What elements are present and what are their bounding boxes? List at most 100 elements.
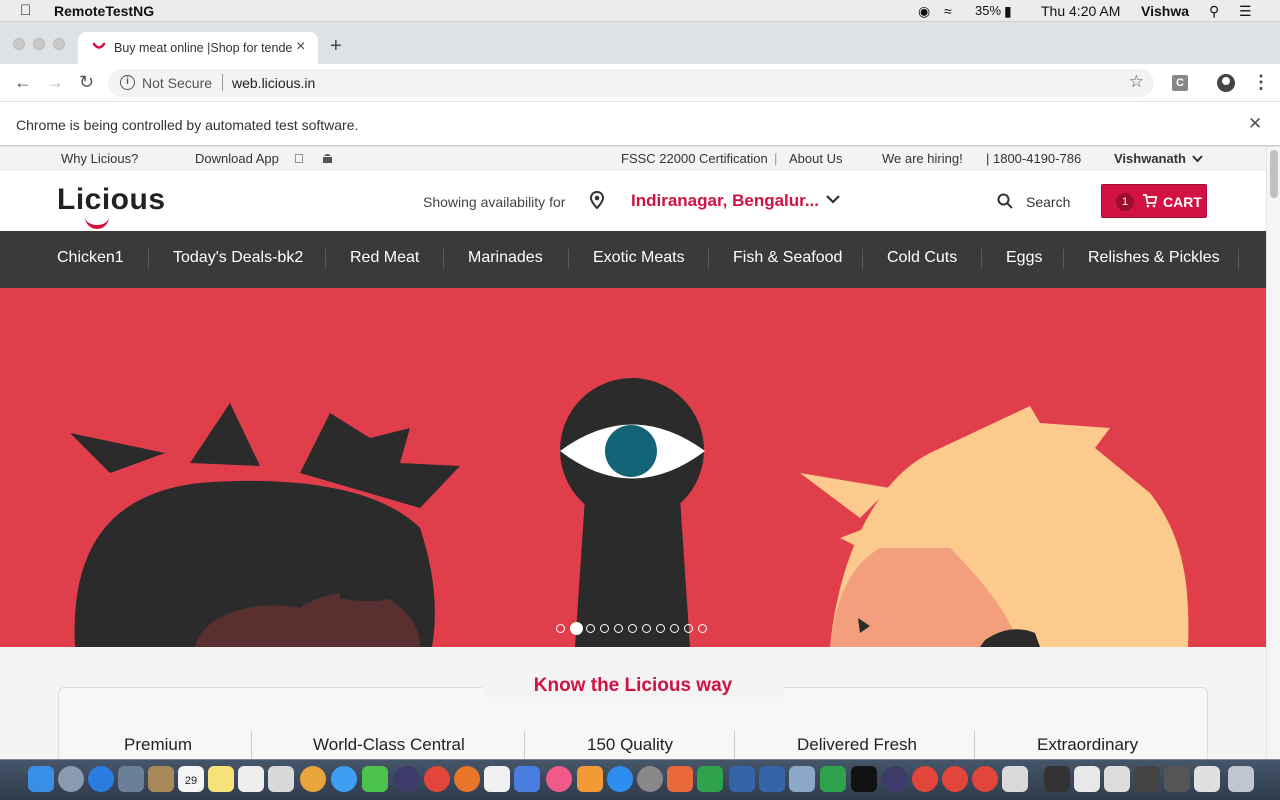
- new-tab-icon[interactable]: +: [330, 35, 342, 58]
- launchpad-icon[interactable]: [58, 766, 84, 792]
- java-icon[interactable]: [1002, 766, 1028, 792]
- account-chevron-down-icon[interactable]: [1192, 155, 1203, 163]
- download-app-link[interactable]: Download App: [195, 151, 279, 166]
- contacts-icon[interactable]: [148, 766, 174, 792]
- carousel-dot[interactable]: [556, 624, 565, 633]
- about-us-link[interactable]: About Us: [789, 151, 842, 166]
- safari-icon[interactable]: [88, 766, 114, 792]
- category-eggs[interactable]: Eggs: [1006, 249, 1042, 267]
- window-zoom-button[interactable]: [53, 38, 65, 50]
- itunes-icon[interactable]: [546, 766, 572, 792]
- browser-tab[interactable]: Buy meat online |Shop for tender ×: [78, 32, 318, 64]
- search-icon[interactable]: [997, 193, 1013, 209]
- url-text[interactable]: web.licious.in: [232, 75, 315, 91]
- category-red-meat[interactable]: Red Meat: [350, 249, 419, 267]
- apple-store-icon[interactable]: : [294, 151, 304, 166]
- user-name[interactable]: Vishwa: [1141, 3, 1189, 19]
- tab-close-icon[interactable]: ×: [296, 38, 305, 56]
- trash-icon[interactable]: [1228, 766, 1254, 792]
- image-capture-icon[interactable]: [789, 766, 815, 792]
- infobar-close-icon[interactable]: ✕: [1248, 114, 1262, 134]
- active-app-name[interactable]: RemoteTestNG: [54, 3, 154, 19]
- photos-icon[interactable]: [300, 766, 326, 792]
- location-pin-icon[interactable]: [590, 191, 604, 209]
- spreadsheet-icon[interactable]: [820, 766, 846, 792]
- carousel-dot[interactable]: [570, 622, 583, 635]
- system-preferences-icon[interactable]: [637, 766, 663, 792]
- chrome-icon-2[interactable]: [912, 766, 938, 792]
- clock[interactable]: Thu 4:20 AM: [1041, 3, 1120, 19]
- category-exotic-meats[interactable]: Exotic Meats: [593, 249, 685, 267]
- why-licious-link[interactable]: Why Licious?: [61, 151, 138, 166]
- category-fish-seafood[interactable]: Fish & Seafood: [733, 249, 842, 267]
- terminal-icon[interactable]: [851, 766, 877, 792]
- app-store-icon[interactable]: [607, 766, 633, 792]
- window-close-button[interactable]: [13, 38, 25, 50]
- chrome-icon[interactable]: [424, 766, 450, 792]
- minimized-window-icon-4[interactable]: [1134, 766, 1160, 792]
- apple-menu-icon[interactable]: : [20, 2, 31, 19]
- minimized-window-icon[interactable]: [1044, 766, 1070, 792]
- search-link[interactable]: Search: [1026, 194, 1070, 210]
- carousel-dot[interactable]: [698, 624, 707, 633]
- carousel-dot[interactable]: [586, 624, 595, 633]
- facetime-icon[interactable]: [362, 766, 388, 792]
- preview-icon[interactable]: [268, 766, 294, 792]
- finder-icon[interactable]: [28, 766, 54, 792]
- carousel-dot[interactable]: [600, 624, 609, 633]
- window-minimize-button[interactable]: [33, 38, 45, 50]
- spotlight-icon[interactable]: ⚲: [1209, 3, 1219, 20]
- category-cold-cuts[interactable]: Cold Cuts: [887, 249, 957, 267]
- profile-avatar-icon[interactable]: [1217, 74, 1235, 92]
- chrome-icon-3[interactable]: [942, 766, 968, 792]
- carousel-dot[interactable]: [656, 624, 665, 633]
- sublime-icon[interactable]: [484, 766, 510, 792]
- workbench-icon-2[interactable]: [759, 766, 785, 792]
- calendar-icon[interactable]: 29: [178, 766, 204, 792]
- firefox-icon[interactable]: [454, 766, 480, 792]
- workbench-icon[interactable]: [729, 766, 755, 792]
- notes-icon[interactable]: [208, 766, 234, 792]
- extension-icon[interactable]: C: [1172, 75, 1188, 91]
- minimized-window-icon-5[interactable]: [1164, 766, 1190, 792]
- utility-app-icon[interactable]: [667, 766, 693, 792]
- android-icon[interactable]: [321, 152, 334, 166]
- site-info-icon[interactable]: i: [120, 75, 135, 90]
- back-icon[interactable]: ←: [14, 72, 32, 93]
- reload-icon[interactable]: ↻: [79, 72, 94, 93]
- carousel-dot[interactable]: [628, 624, 637, 633]
- numbers-icon[interactable]: [697, 766, 723, 792]
- category-chicken[interactable]: Chicken1: [57, 249, 124, 267]
- carousel-dot[interactable]: [670, 624, 679, 633]
- battery-percent[interactable]: 35%: [975, 3, 1001, 18]
- wifi-icon[interactable]: ≈: [944, 3, 952, 19]
- location-chevron-down-icon[interactable]: [826, 194, 840, 204]
- status-icon[interactable]: ◉: [918, 3, 930, 20]
- category-todays-deals[interactable]: Today's Deals-bk2: [173, 249, 303, 267]
- browser-menu-icon[interactable]: ⋮: [1252, 72, 1270, 93]
- chrome-icon-4[interactable]: [972, 766, 998, 792]
- hero-banner[interactable]: [0, 288, 1266, 647]
- category-relishes-pickles[interactable]: Relishes & Pickles: [1088, 249, 1220, 267]
- bookmark-star-icon[interactable]: ☆: [1129, 72, 1144, 92]
- account-name[interactable]: Vishwanath: [1114, 151, 1186, 166]
- battery-icon[interactable]: ▮: [1004, 3, 1012, 20]
- ibooks-icon[interactable]: [577, 766, 603, 792]
- eclipse-icon[interactable]: [394, 766, 420, 792]
- carousel-dot[interactable]: [614, 624, 623, 633]
- reminders-icon[interactable]: [238, 766, 264, 792]
- forward-icon[interactable]: →: [46, 72, 64, 93]
- page-scrollbar[interactable]: [1266, 147, 1280, 759]
- messages-icon[interactable]: [331, 766, 357, 792]
- minimized-window-icon-2[interactable]: [1074, 766, 1100, 792]
- carousel-dot[interactable]: [642, 624, 651, 633]
- eclipse-icon-2[interactable]: [882, 766, 908, 792]
- minimized-window-icon-3[interactable]: [1104, 766, 1130, 792]
- category-marinades[interactable]: Marinades: [468, 249, 543, 267]
- cart-button[interactable]: 1 CART: [1101, 184, 1207, 218]
- fssc-certification-link[interactable]: FSSC 22000 Certification: [621, 151, 768, 166]
- location-selector[interactable]: Indiranagar, Bengalur...: [631, 191, 819, 211]
- minimized-window-icon-6[interactable]: [1194, 766, 1220, 792]
- scrollbar-thumb[interactable]: [1270, 150, 1278, 198]
- mail-icon[interactable]: [118, 766, 144, 792]
